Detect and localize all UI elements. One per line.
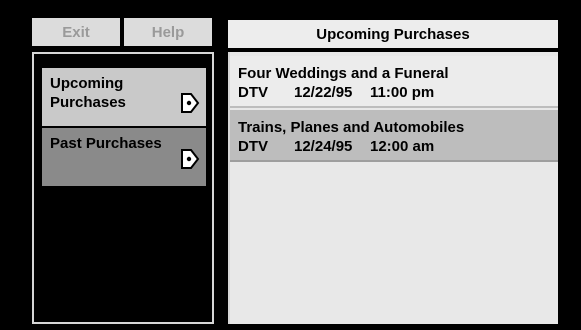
purchase-channel: DTV [238, 138, 268, 155]
purchase-date: 12/22/95 [294, 84, 353, 101]
page-title: Upcoming Purchases [228, 20, 558, 48]
list-item[interactable]: Four Weddings and a Funeral DTV 12/22/95 1… [230, 56, 558, 108]
menu-panel: Upcoming Purchases Past Purchases [32, 52, 214, 324]
list-item[interactable]: Trains, Planes and Automobiles DTV 12/24/… [230, 110, 558, 162]
purchase-channel: DTV [238, 84, 268, 101]
help-button[interactable]: Help [124, 18, 212, 46]
menu-item-label: Past Purchases [50, 135, 162, 152]
purchase-time: 11:00 pm [370, 84, 435, 101]
purchase-title: Four Weddings and a Funeral [238, 65, 449, 82]
menu-item-upcoming-purchases[interactable]: Upcoming Purchases [42, 68, 206, 126]
play-arrow-icon [181, 93, 200, 113]
play-arrow-icon [181, 149, 200, 169]
purchase-list: Four Weddings and a Funeral DTV 12/22/95 1… [228, 52, 558, 324]
purchase-date: 12/24/95 [294, 138, 353, 155]
menu-item-label: Upcoming Purchases [50, 75, 126, 111]
purchase-title: Trains, Planes and Automobiles [238, 119, 465, 136]
exit-button[interactable]: Exit [32, 18, 120, 46]
purchase-time: 12:00 am [370, 138, 435, 155]
menu-item-past-purchases[interactable]: Past Purchases [42, 128, 206, 186]
